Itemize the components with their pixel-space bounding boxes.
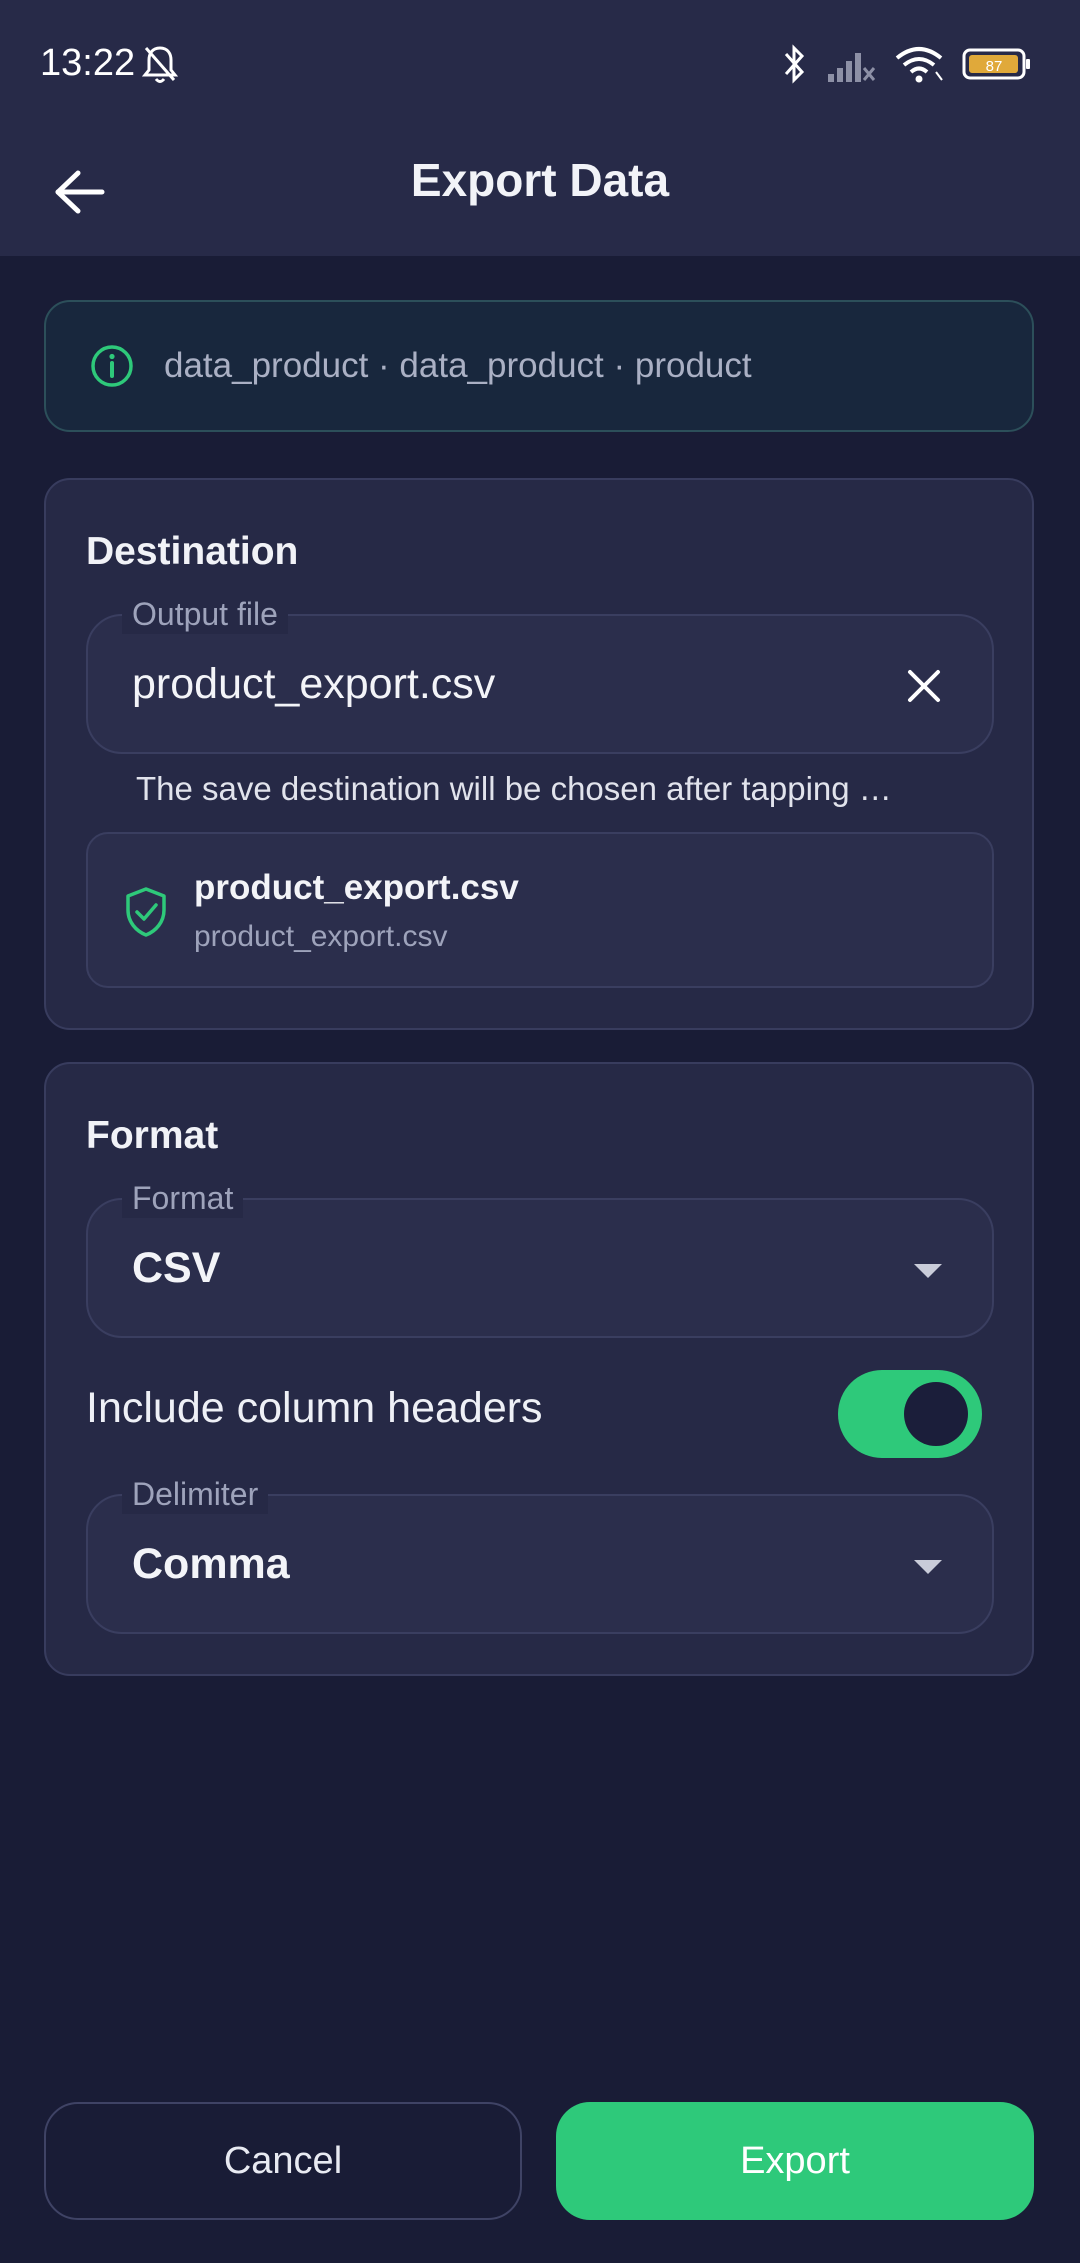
- format-title: Format: [86, 1114, 219, 1157]
- close-icon: [908, 670, 940, 702]
- info-banner: data_product · data_product · product: [44, 300, 1034, 432]
- bell-off-icon: [141, 46, 179, 83]
- dropdown-arrow-icon: [914, 1264, 942, 1278]
- status-time: 13:22: [40, 42, 136, 84]
- delimiter-select-value: Comma: [132, 1540, 290, 1588]
- cell-signal-icon: [828, 53, 876, 82]
- info-circle-icon: [91, 345, 133, 387]
- include-headers-toggle[interactable]: [838, 1370, 982, 1458]
- output-file-field[interactable]: Output file product_export.csv: [86, 594, 994, 756]
- shield-check-icon: [126, 887, 166, 937]
- file-preview: product_export.csv product_export.csv: [86, 832, 994, 988]
- app-bar: Export Data: [0, 128, 1080, 256]
- wifi-icon: [895, 47, 943, 83]
- file-preview-name: product_export.csv: [194, 868, 519, 907]
- destination-helper-text: The save destination will be chosen afte…: [136, 770, 892, 807]
- format-card: Format Format CSV Include column headers…: [44, 1062, 1034, 1676]
- export-button[interactable]: Export: [556, 2102, 1034, 2220]
- file-preview-path: product_export.csv: [194, 920, 448, 953]
- back-button[interactable]: [44, 156, 116, 228]
- output-file-value[interactable]: product_export.csv: [132, 616, 495, 756]
- dropdown-arrow-icon: [914, 1560, 942, 1574]
- bluetooth-icon: [784, 44, 805, 84]
- clear-button[interactable]: [896, 658, 952, 714]
- cancel-button[interactable]: Cancel: [44, 2102, 522, 2220]
- arrow-left-icon: [55, 170, 105, 214]
- status-bar: 13:22 87: [0, 0, 1080, 128]
- format-select[interactable]: Format CSV: [86, 1178, 994, 1338]
- battery-icon: 87: [962, 48, 1030, 80]
- toggle-knob: [904, 1382, 968, 1446]
- include-headers-label: Include column headers: [86, 1384, 543, 1432]
- page-title: Export Data: [410, 154, 670, 206]
- destination-card: Destination Output file product_export.c…: [44, 478, 1034, 1030]
- format-select-value: CSV: [132, 1244, 221, 1292]
- delimiter-select[interactable]: Delimiter Comma: [86, 1474, 994, 1634]
- info-banner-text: data_product · data_product · product: [164, 346, 752, 385]
- destination-title: Destination: [86, 530, 299, 573]
- battery-level: 87: [986, 58, 1003, 75]
